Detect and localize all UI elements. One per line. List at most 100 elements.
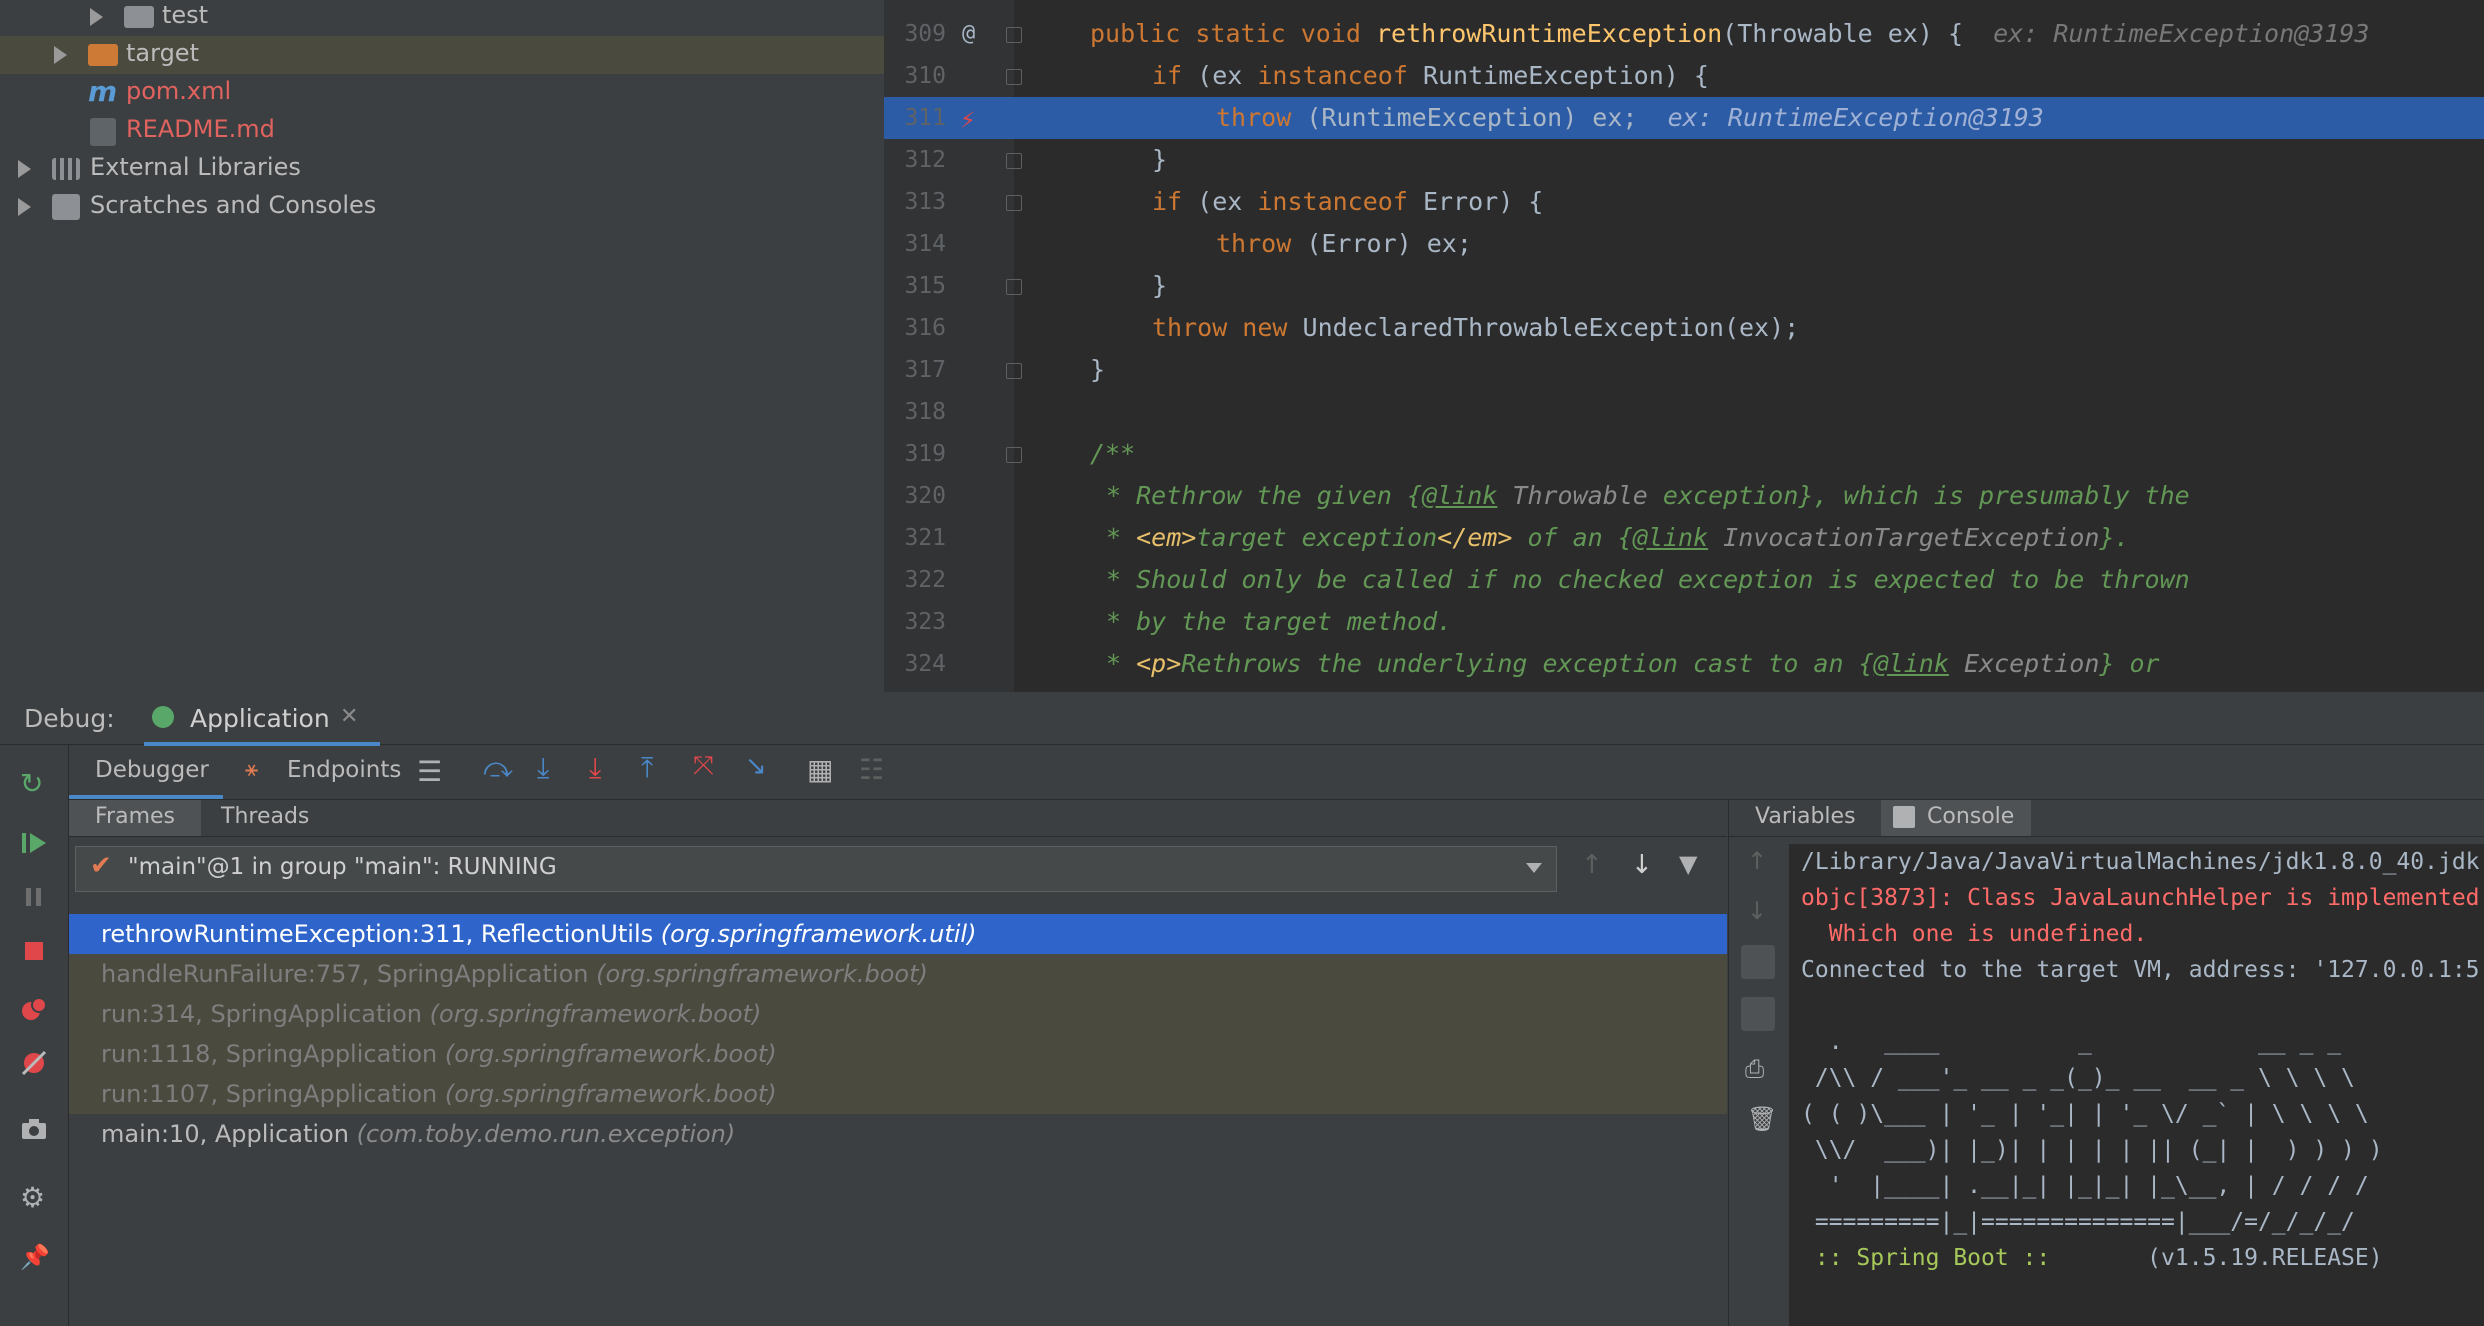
- filter-icon[interactable]: ▼: [1679, 850, 1697, 878]
- tab-console[interactable]: Console: [1881, 800, 2031, 836]
- tree-item-label: README.md: [126, 115, 275, 143]
- camera-icon[interactable]: [20, 1115, 48, 1143]
- tab-threads[interactable]: Threads: [201, 800, 321, 836]
- step-into-icon[interactable]: ⤓: [537, 751, 549, 785]
- line-number: 322: [904, 567, 946, 593]
- step-over-icon[interactable]: ⤼: [483, 751, 513, 785]
- arrow-up-icon[interactable]: ↑: [1747, 847, 1767, 875]
- scroll-to-end-icon[interactable]: [1741, 997, 1775, 1031]
- line-number: 318: [904, 399, 946, 425]
- debug-tool-window: Debug: Application ✕ ↻ ⚙ 📌 Debugger ⚹ En…: [0, 692, 2484, 1326]
- check-icon: ✔: [90, 851, 112, 881]
- code-line: 310 if (ex instanceof RuntimeException) …: [884, 55, 2484, 97]
- project-tree: test target m pom.xml README.md External…: [0, 0, 884, 692]
- arrow-down-icon[interactable]: ↓: [1747, 897, 1767, 925]
- code-line: 320 * Rethrow the given {@link Throwable…: [884, 475, 2484, 517]
- tree-item-label: pom.xml: [126, 77, 232, 105]
- resume-icon[interactable]: [20, 829, 48, 857]
- frame-row[interactable]: run:1118, SpringApplication (org.springf…: [69, 1034, 1727, 1074]
- console-icon: [1893, 806, 1915, 828]
- frame-row[interactable]: handleRunFailure:757, SpringApplication …: [69, 954, 1727, 994]
- code-line: 318: [884, 391, 2484, 433]
- evaluate-expression-icon[interactable]: ▦: [807, 753, 833, 786]
- console-output[interactable]: /Library/Java/JavaVirtualMachines/jdk1.8…: [1789, 844, 2484, 1326]
- trash-icon[interactable]: 🗑: [1747, 1105, 1777, 1133]
- tab-label: Console: [1927, 804, 2015, 829]
- soft-wrap-icon[interactable]: [1741, 945, 1775, 979]
- maven-file-icon: m: [88, 75, 118, 108]
- tab-debugger[interactable]: Debugger: [69, 745, 223, 799]
- code-line: 321 * <em>target exception</em> of an {@…: [884, 517, 2484, 559]
- tab-label: Variables: [1755, 804, 1856, 829]
- code-text: if (ex instanceof RuntimeException) {: [1152, 61, 1709, 90]
- rerun-icon[interactable]: ↻: [20, 767, 48, 800]
- arrow-down-icon[interactable]: ↓: [1631, 850, 1653, 880]
- force-step-into-icon[interactable]: ⤓: [589, 751, 601, 785]
- tree-item-external-libraries[interactable]: External Libraries: [0, 150, 884, 188]
- code-text: if (ex instanceof Error) {: [1152, 187, 1544, 216]
- stop-icon[interactable]: [20, 937, 48, 965]
- code-line: 324 * <p>Rethrows the underlying excepti…: [884, 643, 2484, 685]
- endpoints-icon: ⚹: [245, 757, 259, 782]
- debug-title: Debug:: [24, 704, 115, 733]
- fold-icon[interactable]: [1006, 279, 1022, 295]
- print-icon[interactable]: ⎙: [1745, 1055, 1764, 1083]
- fold-icon[interactable]: [1006, 363, 1022, 379]
- frame-row[interactable]: run:1107, SpringApplication (org.springf…: [69, 1074, 1727, 1114]
- line-number: 312: [904, 147, 946, 173]
- line-number: 323: [904, 609, 946, 635]
- view-breakpoints-icon[interactable]: [20, 995, 48, 1023]
- line-number: 319: [904, 441, 946, 467]
- expand-arrow-icon[interactable]: [18, 198, 31, 216]
- arrow-up-icon[interactable]: ↑: [1581, 850, 1603, 880]
- expand-arrow-icon[interactable]: [54, 46, 67, 64]
- libraries-icon: [52, 158, 80, 180]
- code-editor[interactable]: 309 @ public static void rethrowRuntimeE…: [884, 0, 2484, 692]
- close-tab-icon[interactable]: ✕: [340, 704, 358, 729]
- tree-item-scratches[interactable]: Scratches and Consoles: [0, 188, 884, 226]
- folder-excluded-icon: [88, 44, 118, 66]
- pause-icon[interactable]: [20, 883, 48, 911]
- fold-icon[interactable]: [1006, 69, 1022, 85]
- code-line: 323 * by the target method.: [884, 601, 2484, 643]
- step-out-icon[interactable]: ⤒: [641, 751, 653, 785]
- frame-row[interactable]: run:314, SpringApplication (org.springfr…: [69, 994, 1727, 1034]
- fold-icon[interactable]: [1006, 195, 1022, 211]
- tree-item-pom[interactable]: m pom.xml: [0, 74, 884, 112]
- fold-icon[interactable]: [1006, 447, 1022, 463]
- tree-item-target[interactable]: target: [0, 36, 884, 74]
- code-text: * Should only be called if no checked ex…: [1106, 565, 2190, 594]
- code-text: throw (RuntimeException) ex; ex: Runtime…: [1216, 103, 2044, 132]
- expand-arrow-icon[interactable]: [90, 8, 103, 26]
- exception-breakpoint-icon[interactable]: ⚡: [960, 105, 976, 135]
- console-line: Connected to the target VM, address: '12…: [1801, 957, 2480, 983]
- run-to-cursor-icon[interactable]: ↘: [745, 751, 767, 781]
- trace-icon[interactable]: ☷: [859, 753, 884, 786]
- console-line: \\/ ___)| |_)| | | | | || (_| | ) ) ) ): [1801, 1137, 2383, 1163]
- line-number: 311: [904, 105, 946, 131]
- tab-variables[interactable]: Variables: [1729, 800, 1875, 836]
- line-number: 313: [904, 189, 946, 215]
- line-number: 316: [904, 315, 946, 341]
- expand-arrow-icon[interactable]: [18, 160, 31, 178]
- tab-frames[interactable]: Frames: [69, 800, 201, 836]
- session-tab-application[interactable]: Application ✕: [144, 692, 380, 746]
- gear-icon[interactable]: ⚙: [20, 1181, 48, 1214]
- tree-item-test[interactable]: test: [0, 0, 884, 36]
- layout-menu-icon[interactable]: ☰: [417, 755, 442, 788]
- thread-select[interactable]: ✔ "main"@1 in group "main": RUNNING: [75, 846, 1557, 892]
- code-text: throw (Error) ex;: [1216, 229, 1472, 258]
- debug-left-toolbar: ↻ ⚙ 📌: [0, 745, 69, 1326]
- frame-row[interactable]: rethrowRuntimeException:311, ReflectionU…: [69, 914, 1727, 954]
- fold-icon[interactable]: [1006, 153, 1022, 169]
- code-line: 314 throw (Error) ex;: [884, 223, 2484, 265]
- fold-icon[interactable]: [1006, 27, 1022, 43]
- pin-icon[interactable]: 📌: [20, 1243, 50, 1271]
- drop-frame-icon[interactable]: ⤧: [693, 751, 714, 782]
- tree-item-label: External Libraries: [90, 153, 301, 181]
- console-line: /\\ / ___'_ __ _ _(_)_ __ __ _ \ \ \ \: [1801, 1065, 2355, 1091]
- code-text: }: [1090, 355, 1106, 384]
- tree-item-readme[interactable]: README.md: [0, 112, 884, 150]
- mute-breakpoints-icon[interactable]: [20, 1049, 48, 1077]
- frame-row[interactable]: main:10, Application (com.toby.demo.run.…: [69, 1114, 1727, 1154]
